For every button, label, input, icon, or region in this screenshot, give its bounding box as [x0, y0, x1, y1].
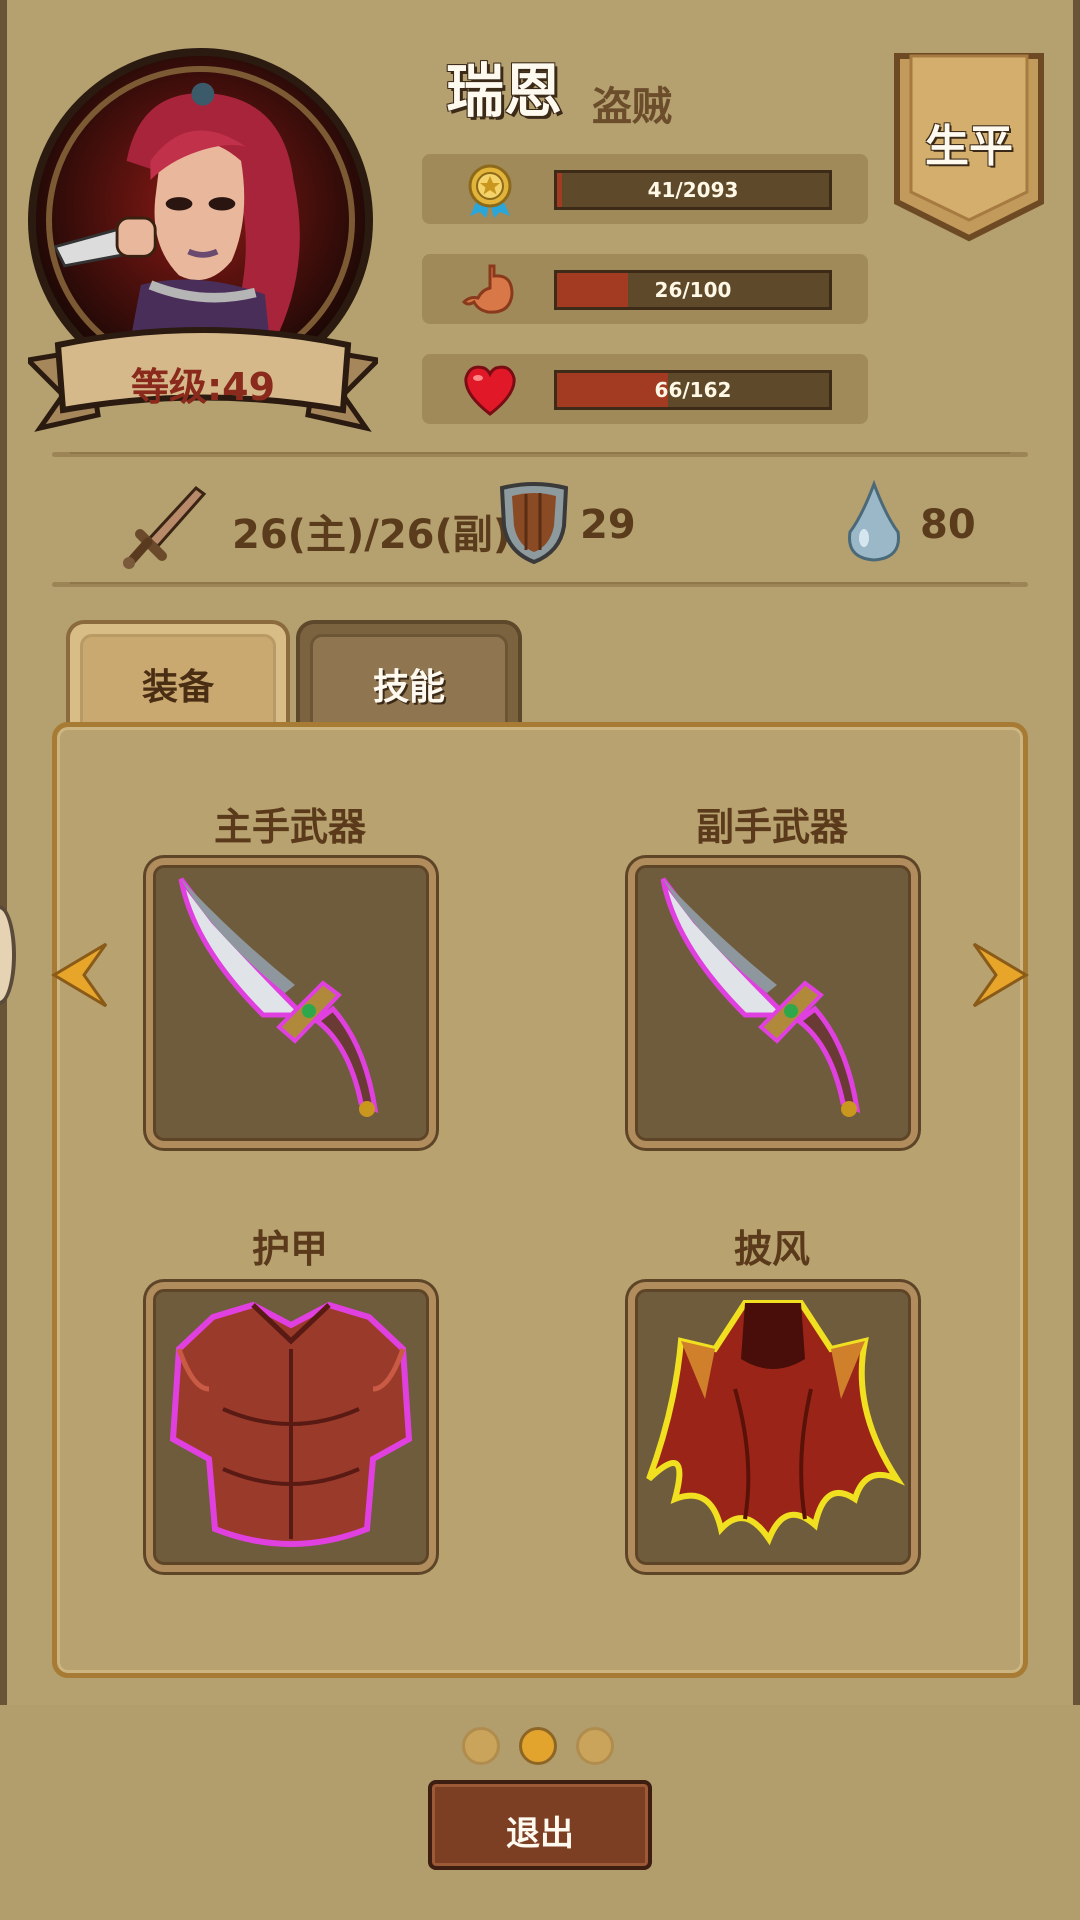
level-label: 等级:49: [130, 365, 276, 409]
left-border: [0, 0, 7, 1705]
right-border: [1073, 0, 1080, 1705]
hunger-row: 26/100: [422, 254, 868, 324]
main-hand-slot[interactable]: [146, 858, 436, 1148]
cloak-label: 披风: [733, 1227, 810, 1271]
off-hand-slot[interactable]: [628, 858, 918, 1148]
defense-value: 29: [580, 502, 636, 548]
chest-armor-icon: [169, 1301, 413, 1547]
side-pull-tab[interactable]: [0, 905, 16, 1005]
divider-bottom: [52, 582, 1028, 587]
armor-slot[interactable]: [146, 1282, 436, 1572]
heart-icon: [464, 365, 516, 416]
divider-top: [52, 452, 1028, 457]
hunger-bar: 26/100: [554, 270, 832, 310]
armor-label: 护甲: [251, 1227, 328, 1271]
attack-value: 26(主)/26(副): [232, 512, 512, 558]
main-hand-label: 主手武器: [213, 805, 366, 849]
biography-label[interactable]: 生平: [893, 110, 1045, 174]
character-portrait[interactable]: 等级:49: [28, 48, 378, 432]
experience-bar: 41/2093: [554, 170, 832, 210]
page-dot-2[interactable]: [519, 1727, 557, 1765]
tab-skills-label: 技能: [372, 667, 445, 708]
tab-equipment[interactable]: 装备: [66, 620, 290, 730]
sword-icon: [123, 485, 207, 569]
hunger-value: 26/100: [654, 278, 732, 302]
experience-value: 41/2093: [647, 178, 739, 202]
experience-row: 41/2093: [422, 154, 868, 224]
cloak-icon: [646, 1300, 906, 1546]
health-bar: 66/162: [554, 370, 832, 410]
water-drop-icon: [848, 480, 900, 562]
exit-label: 退出: [506, 1814, 574, 1854]
cloak-slot[interactable]: [628, 1282, 918, 1572]
shield-icon: [499, 482, 569, 565]
health-value: 66/162: [654, 378, 732, 402]
page-dot-1[interactable]: [462, 1727, 500, 1765]
health-row: 66/162: [422, 354, 868, 424]
off-hand-label: 副手武器: [695, 805, 848, 849]
stomach-icon: [461, 264, 514, 314]
tab-skills[interactable]: 技能: [296, 620, 522, 730]
dagger-icon: [178, 877, 379, 1117]
character-class: 盗贼: [592, 84, 672, 130]
arrow-left-icon[interactable]: [48, 940, 110, 1010]
arrow-right-icon[interactable]: [970, 940, 1032, 1010]
exit-button[interactable]: 退出: [428, 1780, 652, 1870]
page-dot-3[interactable]: [576, 1727, 614, 1765]
character-name: 瑞恩: [446, 57, 563, 125]
medal-icon: [468, 164, 512, 218]
dagger-icon: [660, 877, 861, 1117]
mana-value: 80: [920, 502, 976, 548]
tab-equipment-label: 装备: [141, 667, 214, 708]
